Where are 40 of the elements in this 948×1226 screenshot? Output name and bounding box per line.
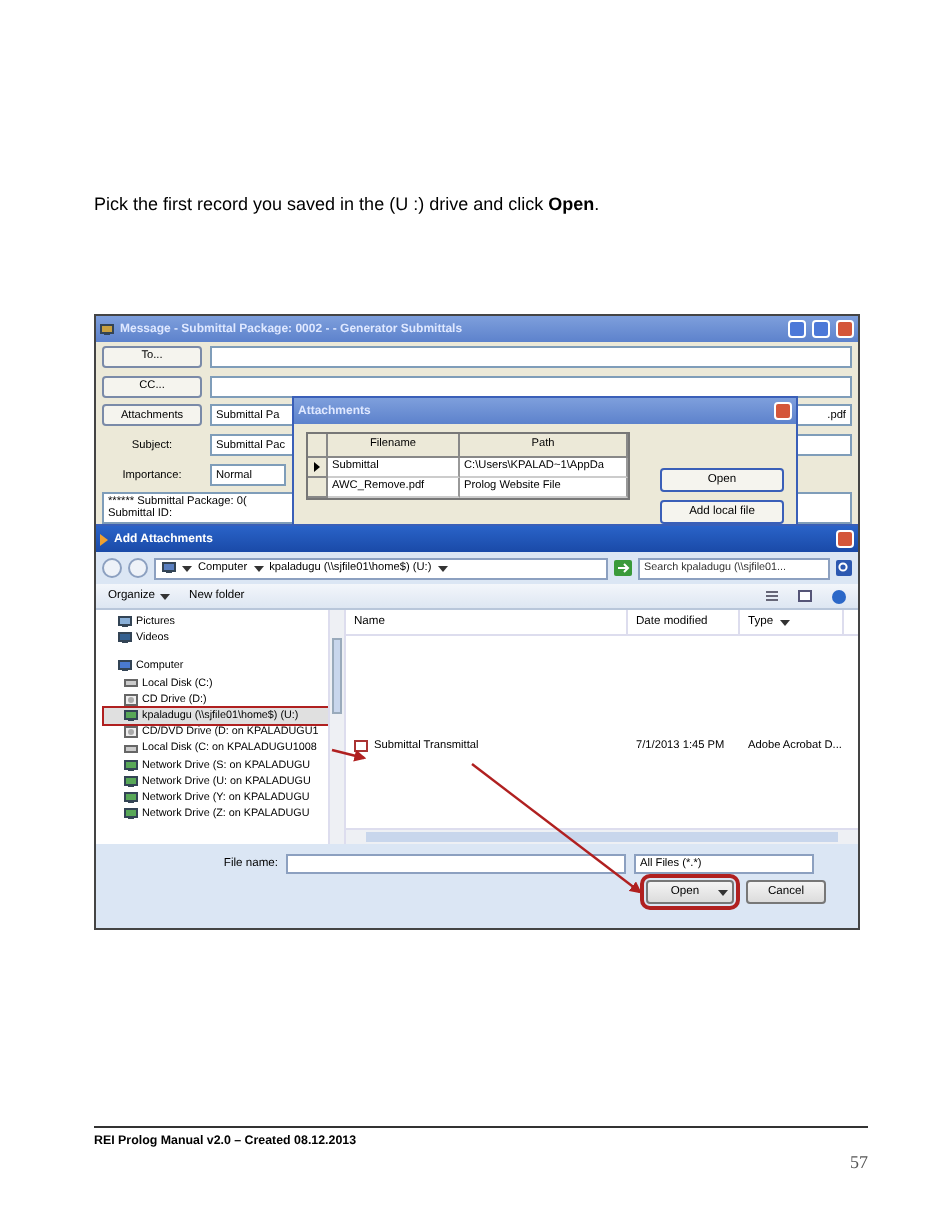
close-button[interactable]: [774, 402, 792, 420]
network-drive-icon: [124, 710, 138, 723]
refresh-icon[interactable]: [614, 560, 632, 576]
network-drive-icon: [124, 759, 138, 772]
input-field[interactable]: [210, 345, 852, 368]
forward-button[interactable]: [128, 558, 148, 578]
computer-icon: [118, 660, 132, 673]
search-icon[interactable]: [836, 560, 852, 576]
disk-drive-icon: [124, 678, 138, 689]
back-button[interactable]: [102, 558, 122, 578]
caret-icon: [718, 889, 728, 895]
scrollbar[interactable]: [346, 828, 858, 844]
file-name-field[interactable]: [286, 854, 626, 874]
disc-drive-icon: [124, 693, 138, 706]
disk-drive-icon: [124, 743, 138, 754]
chevron-icon: [182, 565, 192, 571]
row-selector[interactable]: [308, 458, 328, 478]
input-field[interactable]: [210, 375, 852, 398]
network-drive-icon: [124, 775, 138, 788]
caret-icon: [159, 593, 170, 599]
pointer-arrow: [331, 748, 367, 762]
page-number: 57: [850, 1152, 868, 1172]
network-drive-icon: [124, 791, 138, 804]
view-icon[interactable]: [766, 590, 778, 602]
computer-icon: [162, 562, 176, 574]
close-button[interactable]: [836, 530, 854, 548]
network-drive-icon: [124, 808, 138, 821]
minimize-button[interactable]: [788, 320, 806, 338]
maximize-button[interactable]: [812, 320, 830, 338]
table-corner: [308, 434, 328, 458]
scrollbar[interactable]: [328, 610, 344, 844]
chevron-icon: [253, 565, 264, 571]
disc-drive-icon: [124, 726, 138, 739]
row-pointer-icon: [314, 462, 320, 472]
triangle-icon: [100, 533, 108, 545]
close-button[interactable]: [836, 320, 854, 338]
instruction-text: Pick the first record you saved in the (U :) drive and click Open.: [94, 194, 602, 214]
chevron-icon: [437, 565, 448, 571]
pane-icon[interactable]: [798, 590, 812, 602]
sort-caret-icon: [779, 619, 790, 625]
